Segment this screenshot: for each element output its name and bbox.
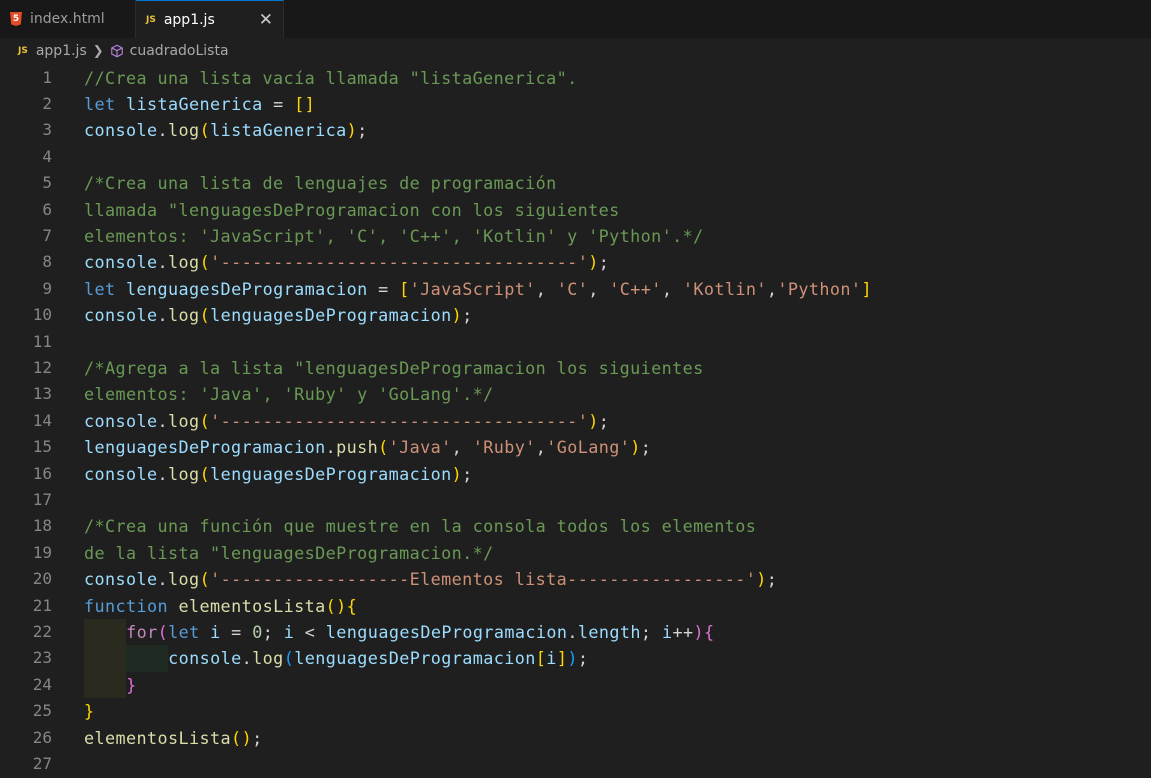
tab-label: index.html bbox=[30, 11, 105, 27]
breadcrumb: JS app1.js ❯ cuadradoLista bbox=[0, 38, 1151, 64]
code-text[interactable]: function elementosLista(){ bbox=[84, 593, 357, 619]
code-line[interactable]: 4 bbox=[0, 144, 1151, 170]
line-number: 18 bbox=[32, 516, 52, 536]
js-icon: JS bbox=[146, 14, 156, 25]
code-line[interactable]: 9 let lenguagesDeProgramacion = ['JavaScr… bbox=[0, 276, 1151, 302]
code-text[interactable]: console.log('---------------------------… bbox=[84, 249, 609, 275]
line-number: 25 bbox=[32, 701, 52, 721]
code-line[interactable]: 12 /*Agrega a la lista "lenguagesDeProgra… bbox=[0, 355, 1151, 381]
code-line[interactable]: 27 bbox=[0, 751, 1151, 777]
code-text[interactable]: } bbox=[84, 672, 137, 698]
tab-bar: 5 index.html JS app1.js ✕ bbox=[0, 0, 1151, 38]
code-line[interactable]: 1 //Crea una lista vacía llamada "listaGe… bbox=[0, 65, 1151, 91]
code-line[interactable]: 14 console.log('-------------------------… bbox=[0, 408, 1151, 434]
line-number: 2 bbox=[42, 93, 52, 113]
code-text[interactable]: console.log(lenguagesDeProgramacion[i]); bbox=[84, 645, 588, 671]
code-text[interactable]: console.log('---------------------------… bbox=[84, 408, 609, 434]
code-editor[interactable]: 1 //Crea una lista vacía llamada "listaGe… bbox=[0, 64, 1151, 778]
close-icon[interactable]: ✕ bbox=[259, 10, 273, 30]
line-number: 16 bbox=[32, 463, 52, 483]
line-number: 10 bbox=[32, 305, 52, 325]
cube-icon bbox=[110, 44, 123, 58]
line-number: 24 bbox=[32, 674, 52, 694]
line-number: 26 bbox=[32, 727, 52, 747]
line-number: 27 bbox=[32, 753, 52, 773]
code-line[interactable]: 22 for(let i = 0; i < lenguagesDeProgram… bbox=[0, 619, 1151, 645]
js-icon: JS bbox=[18, 46, 28, 56]
code-text[interactable]: console.log(lenguagesDeProgramacion); bbox=[84, 461, 473, 487]
line-number: 9 bbox=[42, 278, 52, 298]
line-number: 19 bbox=[32, 542, 52, 562]
line-number: 23 bbox=[32, 648, 52, 668]
line-number: 11 bbox=[32, 331, 52, 351]
tab-index-html[interactable]: 5 index.html bbox=[0, 0, 136, 38]
line-number: 22 bbox=[32, 621, 52, 641]
code-line[interactable]: 16 console.log(lenguagesDeProgramacion); bbox=[0, 461, 1151, 487]
breadcrumb-symbol[interactable]: cuadradoLista bbox=[130, 43, 229, 59]
html5-icon: 5 bbox=[10, 12, 22, 26]
line-number: 20 bbox=[32, 569, 52, 589]
code-line[interactable]: 10 console.log(lenguagesDeProgramacion); bbox=[0, 302, 1151, 328]
code-text[interactable]: console.log('------------------Elementos… bbox=[84, 566, 777, 592]
code-line[interactable]: 15 lenguagesDeProgramacion.push('Java', '… bbox=[0, 434, 1151, 460]
code-line[interactable]: 17 bbox=[0, 487, 1151, 513]
line-number: 3 bbox=[42, 120, 52, 140]
code-text[interactable]: console.log(listaGenerica); bbox=[84, 117, 368, 143]
line-number: 4 bbox=[42, 146, 52, 166]
code-line[interactable]: 18 /*Crea una función que muestre en la c… bbox=[0, 513, 1151, 539]
line-number: 1 bbox=[42, 67, 52, 87]
tab-label: app1.js bbox=[163, 11, 215, 28]
code-text[interactable]: lenguagesDeProgramacion.push('Java', 'Ru… bbox=[84, 434, 651, 460]
breadcrumb-file[interactable]: app1.js bbox=[36, 43, 87, 59]
code-line[interactable]: 19 de la lista "lenguagesDeProgramacion.*… bbox=[0, 540, 1151, 566]
code-line[interactable]: 13 elementos: 'Java', 'Ruby' y 'GoLang'.*… bbox=[0, 381, 1151, 407]
line-number: 7 bbox=[42, 225, 52, 245]
code-text[interactable]: elementos: 'JavaScript', 'C', 'C++', 'Ko… bbox=[84, 223, 704, 249]
code-line[interactable]: 20 console.log('------------------Element… bbox=[0, 566, 1151, 592]
code-line[interactable]: 8 console.log('--------------------------… bbox=[0, 249, 1151, 275]
code-line[interactable]: 21 function elementosLista(){ bbox=[0, 593, 1151, 619]
code-line[interactable]: 5 /*Crea una lista de lenguajes de progra… bbox=[0, 170, 1151, 196]
code-line[interactable]: 25} bbox=[0, 698, 1151, 724]
code-text[interactable]: //Crea una lista vacía llamada "listaGen… bbox=[84, 65, 578, 91]
code-text[interactable]: elementosLista(); bbox=[84, 725, 263, 751]
code-text[interactable]: for(let i = 0; i < lenguagesDeProgramaci… bbox=[84, 619, 715, 645]
code-line[interactable]: 6 llamada "lenguagesDeProgramacion con lo… bbox=[0, 197, 1151, 223]
line-number: 8 bbox=[42, 252, 52, 272]
line-number: 6 bbox=[42, 199, 52, 219]
line-number: 21 bbox=[32, 595, 52, 615]
code-line[interactable]: 11 bbox=[0, 329, 1151, 355]
line-number: 14 bbox=[32, 410, 52, 430]
tab-app1-js[interactable]: JS app1.js ✕ bbox=[136, 0, 284, 38]
code-text[interactable]: /*Crea una función que muestre en la con… bbox=[84, 513, 756, 539]
code-text[interactable]: elementos: 'Java', 'Ruby' y 'GoLang'.*/ bbox=[84, 381, 494, 407]
line-number: 12 bbox=[32, 357, 52, 377]
line-number: 5 bbox=[42, 173, 52, 193]
line-number: 17 bbox=[32, 489, 52, 509]
code-line[interactable]: 7 elementos: 'JavaScript', 'C', 'C++', 'K… bbox=[0, 223, 1151, 249]
code-text[interactable]: de la lista "lenguagesDeProgramacion.*/ bbox=[84, 540, 494, 566]
line-number: 13 bbox=[32, 384, 52, 404]
code-text[interactable]: } bbox=[84, 698, 95, 724]
code-text[interactable]: let listaGenerica = [] bbox=[84, 91, 315, 117]
code-line[interactable]: 24 } bbox=[0, 672, 1151, 698]
code-text[interactable]: console.log(lenguagesDeProgramacion); bbox=[84, 302, 473, 328]
line-number: 15 bbox=[32, 437, 52, 457]
code-line[interactable]: 26 elementosLista(); bbox=[0, 725, 1151, 751]
code-text[interactable]: /*Agrega a la lista "lenguagesDePrograma… bbox=[84, 355, 704, 381]
code-line[interactable]: 23 console.log(lenguagesDeProgramacion[i… bbox=[0, 645, 1151, 671]
code-text[interactable]: let lenguagesDeProgramacion = ['JavaScri… bbox=[84, 276, 872, 302]
code-text[interactable]: /*Crea una lista de lenguajes de program… bbox=[84, 170, 557, 196]
code-line[interactable]: 2 let listaGenerica = [] bbox=[0, 91, 1151, 117]
code-line[interactable]: 3 console.log(listaGenerica); bbox=[0, 117, 1151, 143]
code-text[interactable]: llamada "lenguagesDeProgramacion con los… bbox=[84, 197, 620, 223]
chevron-right-icon: ❯ bbox=[92, 43, 104, 59]
